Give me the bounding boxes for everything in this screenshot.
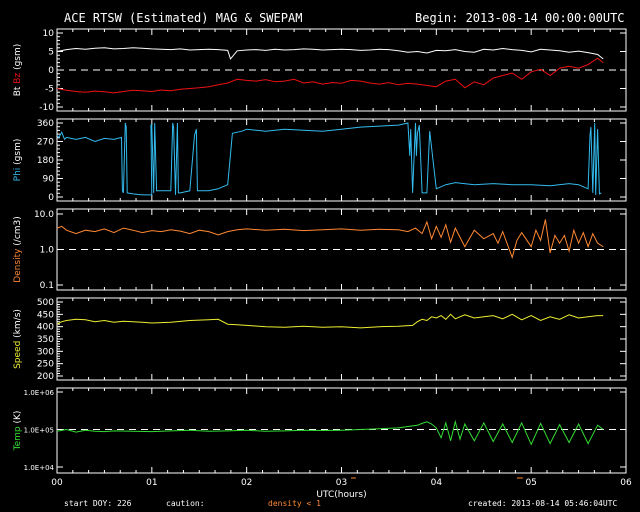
ylabel-phi: Phi (gsm) [13,139,23,182]
ylabel-part: (km/s) [13,309,23,341]
ytick-label-phi: 360 [37,119,54,129]
ytick-label-speed: 400 [37,323,54,333]
ytick-label-temp: 1.0E+04 [24,464,55,472]
ylabel-density: Density (/cm3) [13,216,23,283]
ytick-label-density: 0.1 [40,281,54,291]
ylabel-part: Temp [13,426,23,451]
ytick-label-mag: 5 [48,48,54,58]
xtick-label: 03 [336,478,347,488]
ytick-label-mag: 10 [43,29,55,39]
ylabel-part: Bz [13,73,23,87]
ytick-label-speed: 500 [37,298,54,308]
ylabel-speed: Speed (km/s) [13,309,23,369]
series-line-phi [56,122,602,196]
ytick-label-mag: 0 [48,66,54,76]
ytick-label-density: 10.0 [34,210,54,220]
xtick-label: 01 [146,478,157,488]
ytick-label-temp: 1.0E+05 [24,427,54,435]
ytick-label-phi: 0 [48,193,54,203]
xtick-label: 02 [241,478,252,488]
ytick-label-phi: 90 [43,175,55,185]
series-line-bt [56,47,604,60]
ylabel-part: (K) [13,411,23,427]
ytick-label-mag: -5 [45,85,54,95]
caution-label: caution: [166,499,205,508]
ylabel-mag: Bt Bz (gsm) [13,44,23,97]
ytick-label-speed: 250 [37,360,54,370]
series-line-density [56,219,604,260]
ytick-label-temp: 1.0E+06 [24,389,55,397]
ylabel-part: Density [13,248,23,283]
series-line-temp [56,419,604,446]
ytick-label-density: 1.0 [40,246,55,256]
ytick-label-speed: 300 [37,347,54,357]
xtick-label: 04 [431,478,443,488]
ytick-label-speed: 200 [37,372,54,382]
ylabel-part: Bt [13,86,23,96]
xtick-label: 06 [620,478,632,488]
ytick-label-speed: 350 [37,335,54,345]
start-doy: start DOY: 226 [64,499,132,508]
xtick-label: 00 [51,478,63,488]
ylabel-part: (gsm) [13,139,23,168]
series-line-speed [56,313,604,329]
density-caution-note: density < 1 [268,499,321,508]
ylabel-part: Phi [13,168,23,182]
ytick-label-phi: 270 [37,138,54,148]
ytick-label-phi: 180 [37,156,54,166]
plot-svg: 10 5 0 -5 -10 Bt Bz (gsm) 360 270 180 90 0 Phi (gsm… [13,28,632,500]
ylabel-temp: Temp (K) [13,411,23,452]
created-time: created: 2013-08-14 05:46:04UTC [468,499,618,508]
ace-rtsw-plot: ACE RTSW (Estimated) MAG & SWEPAM Begin:… [0,0,640,512]
ytick-label-mag: -10 [39,103,54,113]
ylabel-part: Speed [13,341,23,369]
xaxis-label: UTC(hours) [316,490,366,500]
series-line-bz [56,57,604,94]
xtick-label: 05 [525,478,536,488]
ytick-label-speed: 450 [37,310,54,320]
ylabel-part: (/cm3) [13,216,23,248]
ylabel-part: (gsm) [13,44,23,73]
panel-frame-phi [56,118,627,202]
panel-frame-speed [56,297,627,381]
